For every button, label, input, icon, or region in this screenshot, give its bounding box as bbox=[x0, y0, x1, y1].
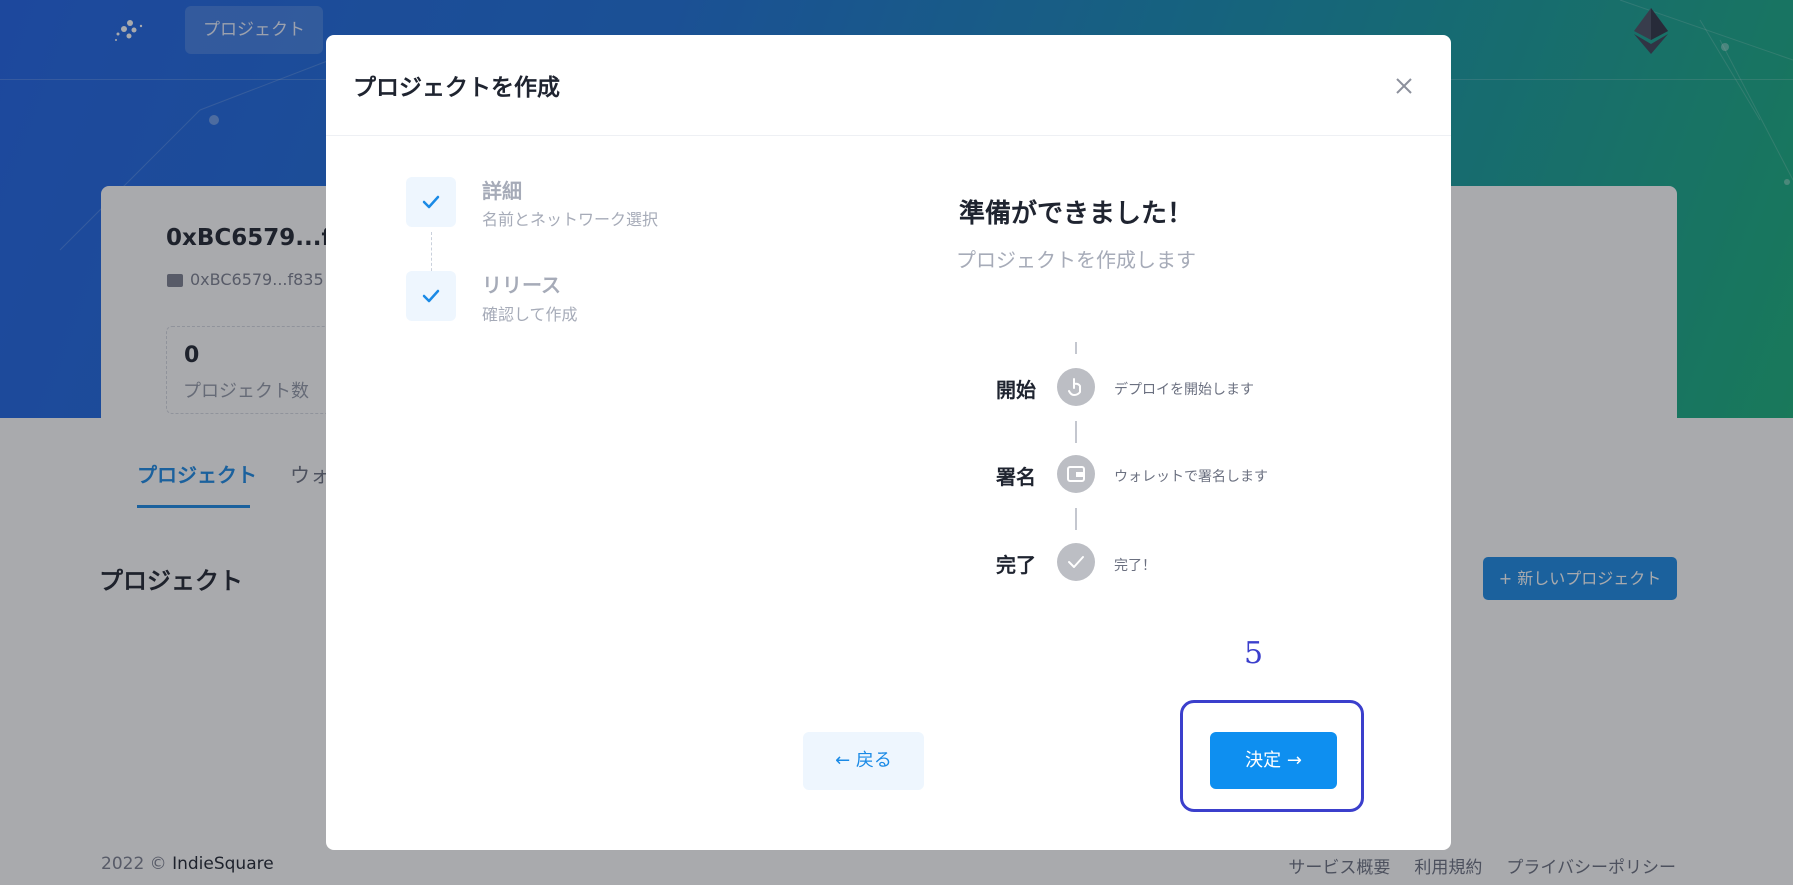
modal-header: プロジェクトを作成 bbox=[326, 35, 1451, 136]
step-release-subtitle: 確認して作成 bbox=[482, 305, 578, 324]
timeline-sign-label: 署名 bbox=[996, 465, 1036, 489]
timeline-start-desc: デプロイを開始します bbox=[1114, 382, 1254, 398]
step-release-check bbox=[406, 271, 456, 321]
timeline-line bbox=[1075, 421, 1077, 443]
timeline-sign-step bbox=[1057, 455, 1095, 493]
hand-pointer-icon bbox=[1068, 378, 1081, 397]
timeline-start-step bbox=[1057, 368, 1095, 406]
timeline-done-step bbox=[1057, 543, 1095, 581]
timeline-line bbox=[1075, 342, 1077, 354]
modal-title: プロジェクトを作成 bbox=[353, 75, 560, 101]
step-details-title: 詳細 bbox=[482, 179, 522, 203]
ready-subtitle: プロジェクトを作成します bbox=[956, 248, 1196, 272]
step-details-check bbox=[406, 177, 456, 227]
step-details-subtitle: 名前とネットワーク選択 bbox=[482, 210, 659, 229]
close-icon[interactable] bbox=[1389, 71, 1419, 101]
step-release-title: リリース bbox=[482, 273, 561, 297]
annotation-highlight-box bbox=[1180, 700, 1364, 812]
wallet-icon bbox=[1067, 466, 1085, 482]
check-icon bbox=[1068, 556, 1084, 568]
timeline-line bbox=[1075, 508, 1077, 530]
ready-title: 準備ができました！ bbox=[958, 199, 1193, 229]
timeline-sign-desc: ウォレットで署名します bbox=[1114, 469, 1268, 485]
check-icon bbox=[422, 289, 440, 303]
annotation-number: 5 bbox=[1244, 636, 1264, 671]
check-icon bbox=[422, 195, 440, 209]
timeline-done-label: 完了 bbox=[996, 553, 1036, 577]
back-button[interactable]: ← 戻る bbox=[803, 732, 924, 790]
timeline-start-label: 開始 bbox=[996, 378, 1036, 402]
timeline-done-desc: 完了！ bbox=[1114, 558, 1156, 574]
